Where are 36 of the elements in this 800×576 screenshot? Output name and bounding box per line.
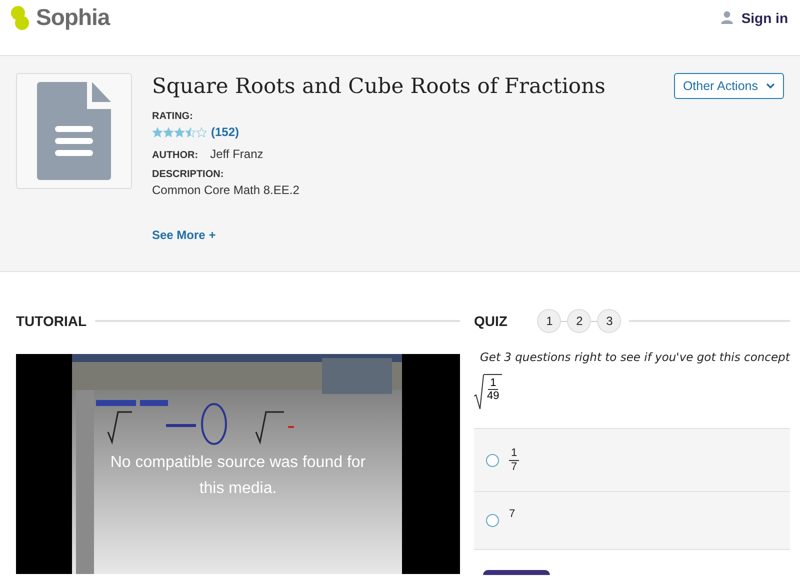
rating-label: RATING:	[152, 111, 194, 122]
other-actions-button[interactable]: Other Actions	[674, 73, 784, 99]
document-icon	[37, 82, 111, 180]
quiz-step[interactable]: 2	[567, 309, 592, 333]
radio-button[interactable]	[486, 514, 499, 527]
description-label: DESCRIPTION:	[152, 169, 225, 180]
logo-icon	[10, 4, 30, 30]
math-fraction: 1 49	[484, 374, 502, 410]
sign-in-button[interactable]: Sign in	[721, 10, 788, 26]
rating-count[interactable]: (152)	[211, 125, 240, 139]
author-label: AUTHOR:	[152, 150, 198, 161]
submit-button[interactable]	[483, 570, 550, 575]
author-name: Jeff Franz	[210, 147, 264, 161]
star-icon	[152, 126, 163, 138]
quiz-instruction: Get 3 questions right to see if you've got this concept	[480, 350, 790, 364]
star-icon	[163, 126, 174, 138]
math-fraction: 1 7	[509, 447, 520, 473]
radical-sign-icon	[474, 374, 484, 410]
star-icon	[174, 126, 185, 138]
star-icon	[185, 126, 196, 138]
quiz-step[interactable]: 1	[537, 309, 562, 333]
radio-button[interactable]	[486, 454, 499, 466]
resource-title: Square Roots and Cube Roots of Fractions	[152, 73, 606, 99]
star-icon	[196, 126, 207, 138]
see-more-link[interactable]: See More +	[152, 228, 216, 242]
description-text: Common Core Math 8.EE.2	[152, 183, 300, 197]
quiz-step[interactable]: 3	[597, 309, 622, 333]
section-heading: TUTORIAL	[16, 313, 87, 329]
logo-text[interactable]: Sophia	[36, 4, 110, 31]
error-message: No compatible source was found for this media.	[109, 453, 367, 499]
chevron-down-icon	[766, 83, 775, 89]
answer-text: 7	[509, 508, 516, 520]
answer-option[interactable]: 1 7	[474, 429, 790, 492]
user-icon	[721, 11, 734, 24]
answer-option[interactable]: 7	[474, 492, 790, 550]
section-heading: QUIZ	[474, 313, 508, 329]
